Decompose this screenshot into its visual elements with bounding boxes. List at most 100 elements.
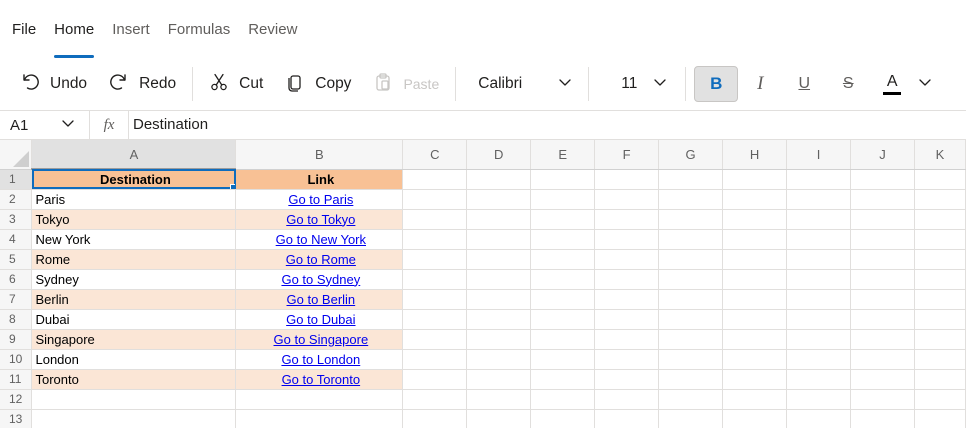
empty-cell[interactable] bbox=[850, 229, 915, 250]
empty-cell[interactable] bbox=[402, 229, 468, 250]
empty-cell[interactable] bbox=[31, 409, 237, 428]
empty-cell[interactable] bbox=[914, 349, 966, 370]
empty-cell[interactable] bbox=[658, 329, 724, 350]
empty-cell[interactable] bbox=[530, 309, 596, 330]
hyperlink-cell[interactable]: Go to Rome bbox=[235, 249, 404, 270]
empty-cell[interactable] bbox=[786, 369, 851, 390]
undo-button[interactable]: Undo bbox=[12, 66, 95, 102]
column-header-k[interactable]: K bbox=[914, 140, 966, 170]
empty-cell[interactable] bbox=[786, 309, 851, 330]
row-header[interactable]: 1 bbox=[0, 169, 33, 190]
empty-cell[interactable] bbox=[658, 349, 724, 370]
empty-cell[interactable] bbox=[786, 409, 851, 428]
empty-cell[interactable] bbox=[466, 189, 532, 210]
empty-cell[interactable] bbox=[658, 289, 724, 310]
empty-cell[interactable] bbox=[914, 389, 966, 410]
hyperlink-cell[interactable]: Go to Paris bbox=[235, 189, 404, 210]
empty-cell[interactable] bbox=[722, 409, 788, 428]
cell-destination[interactable]: Singapore bbox=[31, 329, 237, 350]
font-color-button[interactable]: A bbox=[870, 66, 914, 102]
empty-cell[interactable] bbox=[530, 189, 596, 210]
empty-cell[interactable] bbox=[530, 289, 596, 310]
empty-cell[interactable] bbox=[786, 229, 851, 250]
empty-cell[interactable] bbox=[722, 229, 788, 250]
empty-cell[interactable] bbox=[914, 189, 966, 210]
row-header[interactable]: 3 bbox=[0, 209, 33, 230]
empty-cell[interactable] bbox=[402, 269, 468, 290]
empty-cell[interactable] bbox=[594, 309, 660, 330]
empty-cell[interactable] bbox=[530, 389, 596, 410]
tab-file[interactable]: File bbox=[0, 0, 45, 58]
empty-cell[interactable] bbox=[850, 329, 915, 350]
empty-cell[interactable] bbox=[466, 269, 532, 290]
empty-cell[interactable] bbox=[850, 409, 915, 428]
empty-cell[interactable] bbox=[914, 209, 966, 230]
empty-cell[interactable] bbox=[786, 169, 851, 190]
empty-cell[interactable] bbox=[466, 209, 532, 230]
row-header[interactable]: 10 bbox=[0, 349, 33, 370]
row-header[interactable]: 12 bbox=[0, 389, 33, 410]
empty-cell[interactable] bbox=[402, 369, 468, 390]
empty-cell[interactable] bbox=[786, 249, 851, 270]
column-header-j[interactable]: J bbox=[850, 140, 915, 170]
empty-cell[interactable] bbox=[235, 389, 404, 410]
strikethrough-button[interactable]: S bbox=[826, 66, 870, 102]
hyperlink-cell[interactable]: Go to London bbox=[235, 349, 404, 370]
empty-cell[interactable] bbox=[914, 249, 966, 270]
empty-cell[interactable] bbox=[658, 309, 724, 330]
empty-cell[interactable] bbox=[402, 309, 468, 330]
empty-cell[interactable] bbox=[594, 389, 660, 410]
underline-button[interactable]: U bbox=[782, 66, 826, 102]
empty-cell[interactable] bbox=[722, 209, 788, 230]
row-header[interactable]: 4 bbox=[0, 229, 33, 250]
empty-cell[interactable] bbox=[466, 309, 532, 330]
empty-cell[interactable] bbox=[235, 409, 404, 428]
empty-cell[interactable] bbox=[402, 349, 468, 370]
cell-destination[interactable]: Rome bbox=[31, 249, 237, 270]
bold-button[interactable]: B bbox=[694, 66, 739, 102]
empty-cell[interactable] bbox=[658, 249, 724, 270]
formula-input[interactable]: Destination bbox=[128, 111, 966, 139]
empty-cell[interactable] bbox=[466, 169, 532, 190]
empty-cell[interactable] bbox=[530, 369, 596, 390]
row-header[interactable]: 11 bbox=[0, 369, 33, 390]
empty-cell[interactable] bbox=[594, 369, 660, 390]
name-box[interactable]: A1 bbox=[0, 111, 90, 139]
column-header-a[interactable]: A bbox=[31, 140, 237, 170]
empty-cell[interactable] bbox=[786, 289, 851, 310]
empty-cell[interactable] bbox=[658, 369, 724, 390]
column-header-i[interactable]: I bbox=[786, 140, 851, 170]
empty-cell[interactable] bbox=[722, 189, 788, 210]
empty-cell[interactable] bbox=[786, 389, 851, 410]
empty-cell[interactable] bbox=[594, 349, 660, 370]
empty-cell[interactable] bbox=[530, 329, 596, 350]
empty-cell[interactable] bbox=[594, 229, 660, 250]
column-header-b[interactable]: B bbox=[235, 140, 404, 170]
empty-cell[interactable] bbox=[914, 309, 966, 330]
column-header-g[interactable]: G bbox=[658, 140, 724, 170]
empty-cell[interactable] bbox=[914, 329, 966, 350]
hyperlink-cell[interactable]: Go to New York bbox=[235, 229, 404, 250]
cell-destination[interactable]: New York bbox=[31, 229, 237, 250]
empty-cell[interactable] bbox=[402, 209, 468, 230]
empty-cell[interactable] bbox=[594, 189, 660, 210]
empty-cell[interactable] bbox=[850, 309, 915, 330]
hyperlink-cell[interactable]: Go to Singapore bbox=[235, 329, 404, 350]
empty-cell[interactable] bbox=[722, 349, 788, 370]
redo-button[interactable]: Redo bbox=[101, 66, 184, 102]
row-header[interactable]: 6 bbox=[0, 269, 33, 290]
empty-cell[interactable] bbox=[530, 349, 596, 370]
empty-cell[interactable] bbox=[402, 329, 468, 350]
empty-cell[interactable] bbox=[658, 209, 724, 230]
empty-cell[interactable] bbox=[850, 389, 915, 410]
empty-cell[interactable] bbox=[722, 389, 788, 410]
empty-cell[interactable] bbox=[722, 269, 788, 290]
empty-cell[interactable] bbox=[31, 389, 237, 410]
copy-button[interactable]: Copy bbox=[277, 66, 359, 102]
empty-cell[interactable] bbox=[530, 209, 596, 230]
cell-destination[interactable]: London bbox=[31, 349, 237, 370]
font-color-dropdown[interactable] bbox=[914, 66, 936, 102]
empty-cell[interactable] bbox=[850, 369, 915, 390]
empty-cell[interactable] bbox=[402, 169, 468, 190]
empty-cell[interactable] bbox=[594, 169, 660, 190]
